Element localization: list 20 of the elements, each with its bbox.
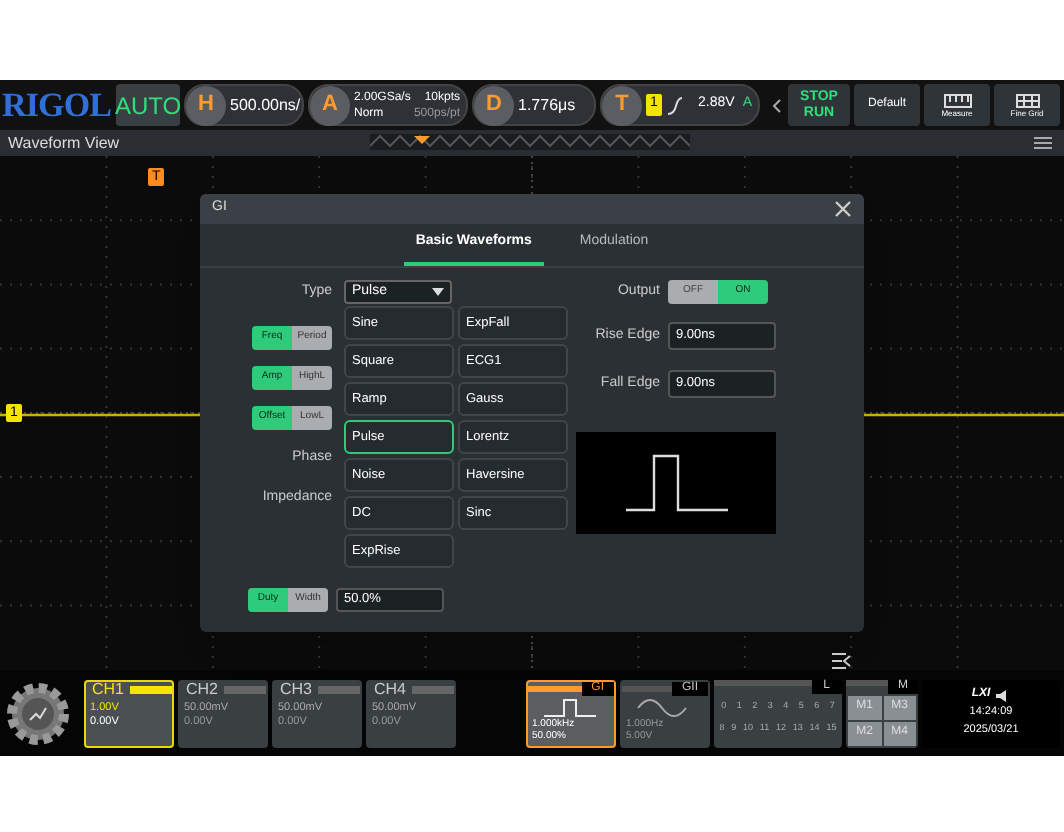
collapse-icon (832, 652, 852, 670)
rising-edge-icon (665, 95, 684, 115)
sine-wave-icon (637, 698, 687, 716)
card-header-strip (714, 679, 812, 685)
pulse-icon (543, 698, 597, 716)
brand-logo: RIGOL (2, 83, 112, 128)
dropdown-arrow-icon (432, 288, 444, 296)
card-header-strip (528, 685, 582, 691)
card-header-strip (846, 679, 888, 685)
horizontal-control[interactable]: H 500.00ns/ (184, 84, 304, 126)
view-title: Waveform View (8, 131, 120, 155)
speaker-icon (996, 689, 1011, 701)
menu-icon (1034, 136, 1052, 150)
gear-icon[interactable] (7, 682, 69, 744)
trigger-mode: AUTO (116, 84, 180, 126)
delay-control[interactable]: D 1.776μs (472, 84, 596, 126)
grid-icon (1015, 93, 1039, 107)
ruler-icon (943, 93, 971, 107)
close-icon[interactable] (834, 200, 852, 218)
chevron-left-icon[interactable] (772, 97, 782, 113)
